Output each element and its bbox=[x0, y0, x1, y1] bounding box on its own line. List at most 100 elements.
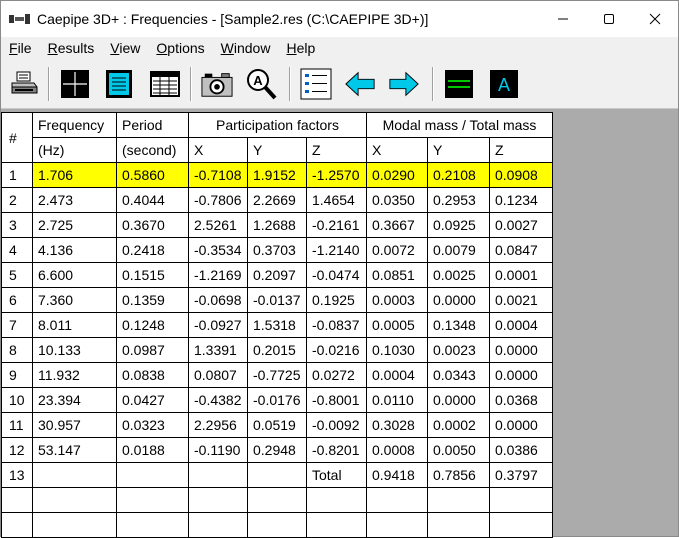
mm-y-cell[interactable]: 0.0000 bbox=[427, 287, 490, 313]
frequency-cell[interactable]: 23.394 bbox=[32, 387, 117, 413]
pf-z-cell[interactable]: 0.1925 bbox=[306, 287, 367, 313]
pf-z-cell[interactable]: -0.0837 bbox=[306, 312, 367, 338]
frequency-cell[interactable]: 30.957 bbox=[32, 412, 117, 438]
period-cell[interactable] bbox=[116, 512, 189, 538]
mm-y-cell[interactable]: 0.0343 bbox=[427, 362, 490, 388]
col-header-period[interactable]: Period bbox=[116, 112, 189, 138]
pf-z-cell[interactable]: -1.2570 bbox=[306, 162, 367, 188]
pf-x-cell[interactable]: 1.3391 bbox=[188, 337, 248, 363]
table-view-button[interactable] bbox=[149, 68, 181, 100]
table-row[interactable]: 5 6.600 0.1515 -1.2169 0.2097 -0.0474 0.0851 0.… bbox=[1, 262, 553, 288]
mm-z-cell[interactable]: 0.0021 bbox=[489, 287, 553, 313]
menu-view[interactable]: View bbox=[102, 40, 148, 56]
pf-y-cell[interactable]: -0.0137 bbox=[247, 287, 307, 313]
table-row[interactable]: 10 23.394 0.0427 -0.4382 -0.0176 -0.8001 0.011… bbox=[1, 387, 553, 413]
frequency-cell[interactable] bbox=[32, 512, 117, 538]
col-header-mm-z[interactable]: Z bbox=[489, 137, 553, 163]
mm-x-cell[interactable]: 0.0290 bbox=[366, 162, 428, 188]
mm-y-cell[interactable]: 0.0000 bbox=[427, 387, 490, 413]
frequency-cell[interactable]: 2.473 bbox=[32, 187, 117, 213]
previous-button[interactable] bbox=[344, 68, 376, 100]
period-cell[interactable]: 0.1248 bbox=[116, 312, 189, 338]
col-header-mm-y[interactable]: Y bbox=[427, 137, 490, 163]
row-number[interactable]: 2 bbox=[1, 187, 33, 213]
mm-x-cell[interactable]: 0.0350 bbox=[366, 187, 428, 213]
menu-results[interactable]: Results bbox=[40, 40, 103, 56]
line-style-button[interactable] bbox=[443, 68, 475, 100]
row-number[interactable]: 7 bbox=[1, 312, 33, 338]
mm-y-cell[interactable]: 0.1348 bbox=[427, 312, 490, 338]
table-row[interactable]: 6 7.360 0.1359 -0.0698 -0.0137 0.1925 0.0003 0.… bbox=[1, 287, 553, 313]
pf-y-cell[interactable]: 0.0519 bbox=[247, 412, 307, 438]
pf-x-cell[interactable]: -0.0698 bbox=[188, 287, 248, 313]
pf-z-cell[interactable]: -0.0474 bbox=[306, 262, 367, 288]
col-header-num[interactable]: # bbox=[1, 112, 33, 163]
col-header-period-unit[interactable]: (second) bbox=[116, 137, 189, 163]
crosshair-button[interactable] bbox=[59, 68, 91, 100]
mm-y-cell[interactable]: 0.2108 bbox=[427, 162, 490, 188]
period-cell[interactable]: 0.5860 bbox=[116, 162, 189, 188]
row-number[interactable]: 10 bbox=[1, 387, 33, 413]
period-cell[interactable] bbox=[116, 462, 189, 488]
frequency-cell[interactable]: 2.725 bbox=[32, 212, 117, 238]
row-number[interactable]: 12 bbox=[1, 437, 33, 463]
text-button[interactable]: A bbox=[488, 68, 520, 100]
period-cell[interactable] bbox=[116, 487, 189, 513]
mm-z-cell[interactable] bbox=[489, 487, 553, 513]
mm-y-cell[interactable]: 0.7856 bbox=[427, 462, 490, 488]
col-header-frequency-unit[interactable]: (Hz) bbox=[32, 137, 117, 163]
pf-z-cell[interactable]: 1.4654 bbox=[306, 187, 367, 213]
frequency-cell[interactable]: 8.011 bbox=[32, 312, 117, 338]
mm-y-cell[interactable]: 0.0002 bbox=[427, 412, 490, 438]
mm-x-cell[interactable]: 0.0003 bbox=[366, 287, 428, 313]
row-number[interactable] bbox=[1, 512, 33, 538]
pf-x-cell[interactable] bbox=[188, 487, 248, 513]
row-number[interactable]: 6 bbox=[1, 287, 33, 313]
mm-z-cell[interactable]: 0.0847 bbox=[489, 237, 553, 263]
mm-x-cell[interactable]: 0.0004 bbox=[366, 362, 428, 388]
mm-x-cell[interactable]: 0.0851 bbox=[366, 262, 428, 288]
mm-y-cell[interactable] bbox=[427, 512, 490, 538]
mm-z-cell[interactable]: 0.0000 bbox=[489, 337, 553, 363]
pf-y-cell[interactable]: 0.2948 bbox=[247, 437, 307, 463]
period-cell[interactable]: 0.0323 bbox=[116, 412, 189, 438]
list-button[interactable] bbox=[300, 68, 332, 100]
next-button[interactable] bbox=[388, 68, 420, 100]
pf-y-cell[interactable]: 0.3703 bbox=[247, 237, 307, 263]
pf-x-cell[interactable]: -0.1190 bbox=[188, 437, 248, 463]
period-cell[interactable]: 0.2418 bbox=[116, 237, 189, 263]
table-row[interactable]: 13 Total 0.9418 0.7856 0.3797 bbox=[1, 462, 553, 488]
app-logo-icon[interactable] bbox=[9, 12, 31, 26]
row-number[interactable]: 11 bbox=[1, 412, 33, 438]
period-cell[interactable]: 0.0188 bbox=[116, 437, 189, 463]
maximize-button[interactable] bbox=[586, 1, 632, 37]
frequency-cell[interactable] bbox=[32, 462, 117, 488]
pf-x-cell[interactable]: -0.7108 bbox=[188, 162, 248, 188]
row-number[interactable]: 3 bbox=[1, 212, 33, 238]
table-row[interactable]: 8 10.133 0.0987 1.3391 0.2015 -0.0216 0.1030 0.… bbox=[1, 337, 553, 363]
pf-x-cell[interactable]: -0.4382 bbox=[188, 387, 248, 413]
mm-z-cell[interactable]: 0.0004 bbox=[489, 312, 553, 338]
pf-x-cell[interactable]: -0.0927 bbox=[188, 312, 248, 338]
mm-z-cell[interactable]: 0.0368 bbox=[489, 387, 553, 413]
pf-z-cell[interactable]: -0.2161 bbox=[306, 212, 367, 238]
table-row[interactable] bbox=[1, 487, 553, 513]
pf-x-cell[interactable]: -0.7806 bbox=[188, 187, 248, 213]
mm-y-cell[interactable]: 0.2953 bbox=[427, 187, 490, 213]
mm-x-cell[interactable]: 0.1030 bbox=[366, 337, 428, 363]
pf-z-cell[interactable] bbox=[306, 487, 367, 513]
pf-x-cell[interactable] bbox=[188, 462, 248, 488]
col-header-mm-x[interactable]: X bbox=[366, 137, 428, 163]
table-row[interactable]: 3 2.725 0.3670 2.5261 1.2688 -0.2161 0.3667 0.0… bbox=[1, 212, 553, 238]
col-header-pf-z[interactable]: Z bbox=[306, 137, 367, 163]
col-header-modal-mass[interactable]: Modal mass / Total mass bbox=[366, 112, 553, 138]
menu-help[interactable]: Help bbox=[278, 40, 323, 56]
mm-x-cell[interactable]: 0.0110 bbox=[366, 387, 428, 413]
table-row[interactable]: 1 1.706 0.5860 -0.7108 1.9152 -1.2570 0.0290 0.… bbox=[1, 162, 553, 188]
pf-y-cell[interactable]: -0.7725 bbox=[247, 362, 307, 388]
pf-x-cell[interactable] bbox=[188, 512, 248, 538]
minimize-button[interactable] bbox=[540, 1, 586, 37]
notepad-button[interactable] bbox=[103, 68, 135, 100]
pf-z-cell[interactable]: -0.8201 bbox=[306, 437, 367, 463]
mm-z-cell[interactable]: 0.0027 bbox=[489, 212, 553, 238]
